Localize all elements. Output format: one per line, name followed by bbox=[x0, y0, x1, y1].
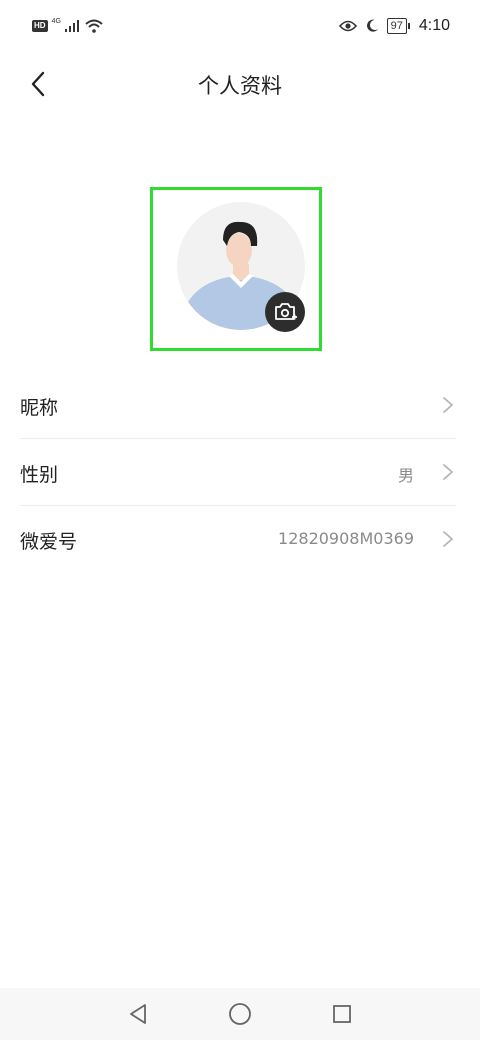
page-title: 个人资料 bbox=[198, 74, 282, 98]
weiai-id-value: 12820908M0369 bbox=[278, 529, 414, 548]
nav-back-button[interactable] bbox=[124, 1000, 152, 1028]
back-triangle-icon bbox=[130, 1004, 146, 1024]
nav-home-button[interactable] bbox=[226, 1000, 254, 1028]
chevron-right-icon bbox=[443, 531, 453, 547]
chevron-right-icon bbox=[443, 397, 453, 413]
system-nav-bar bbox=[0, 988, 480, 1040]
recents-square-icon bbox=[333, 1005, 351, 1023]
header: 个人资料 bbox=[0, 56, 480, 112]
change-avatar-button[interactable] bbox=[265, 292, 305, 332]
status-bar-left: HD 4G bbox=[32, 17, 103, 33]
gender-value: 男 bbox=[397, 466, 414, 485]
battery-icon: 97 bbox=[386, 18, 411, 34]
eye-icon bbox=[338, 20, 357, 32]
chevron-right-icon bbox=[443, 464, 453, 480]
moon-icon bbox=[366, 19, 378, 32]
signal-icon bbox=[64, 20, 79, 32]
hd-badge: HD bbox=[32, 20, 48, 32]
network-type-label: 4G bbox=[51, 17, 61, 25]
home-circle-icon bbox=[229, 1003, 251, 1025]
wifi-icon bbox=[85, 19, 103, 33]
weiai-id-label: 微爱号 bbox=[20, 531, 78, 553]
camera-add-icon bbox=[275, 303, 297, 320]
nav-recents-button[interactable] bbox=[328, 1000, 356, 1028]
avatar-highlight-box bbox=[150, 187, 322, 351]
status-bar-right: 97 4:10 bbox=[338, 17, 450, 35]
nickname-label: 昵称 bbox=[20, 397, 59, 419]
gender-row[interactable]: 性别 男 bbox=[20, 439, 456, 506]
status-bar: HD 4G 97 4:10 bbox=[0, 0, 480, 56]
weiai-id-row[interactable]: 微爱号 12820908M0369 bbox=[20, 506, 456, 572]
profile-list: 昵称 性别 男 微爱号 12820908M0369 bbox=[20, 372, 456, 572]
gender-label: 性别 bbox=[20, 464, 59, 486]
nickname-row[interactable]: 昵称 bbox=[20, 372, 456, 439]
status-time: 4:10 bbox=[418, 17, 450, 34]
